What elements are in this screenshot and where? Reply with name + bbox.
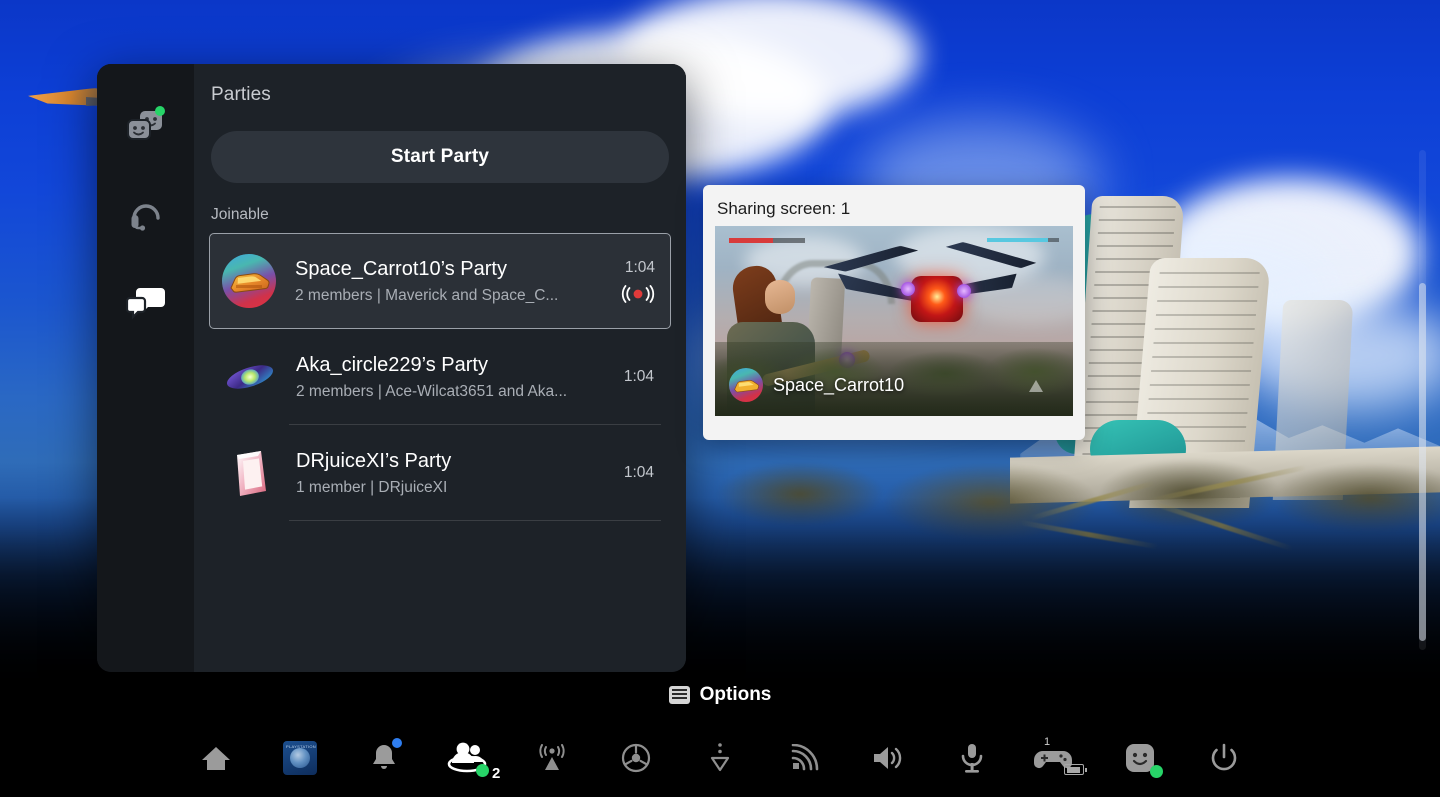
network-icon xyxy=(791,743,819,770)
notification-badge xyxy=(392,738,402,748)
page-scrollbar-thumb[interactable] xyxy=(1419,283,1426,641)
options-button[interactable]: Options xyxy=(0,684,1440,706)
sidebar-item-headset[interactable] xyxy=(116,185,176,245)
sidebar-item-parties[interactable] xyxy=(116,97,176,157)
playstation-tile-icon: PLAYSTATION xyxy=(283,740,317,775)
party-members: 1 member | DRjuiceXI xyxy=(296,479,448,496)
page-title: Parties xyxy=(211,84,271,105)
party-meta: 1:04 xyxy=(624,464,654,482)
party-list-item[interactable]: Aka_circle229’s Party 2 members | Ace-Wi… xyxy=(211,329,669,425)
controller-number: 1 xyxy=(1044,736,1051,748)
ps5-control-center-screen: Parties Start Party Joinable Space_Carro… xyxy=(0,0,1440,797)
enemy-health-bar xyxy=(987,238,1059,242)
taskbar-item-playstation-app[interactable]: PLAYSTATION xyxy=(258,718,342,797)
party-members: 2 members | Maverick and Space_C... xyxy=(295,287,559,304)
parties-panel: Parties Start Party Joinable Space_Carro… xyxy=(97,64,686,672)
party-list: Space_Carrot10’s Party 2 members | Maver… xyxy=(209,233,671,521)
taskbar-item-power[interactable] xyxy=(1182,718,1266,797)
panel-sidebar-rail xyxy=(97,64,194,672)
start-party-button[interactable]: Start Party xyxy=(211,131,669,183)
game-base-status-dot xyxy=(476,764,489,777)
machine-enemy xyxy=(865,242,1005,352)
broadcast-icon xyxy=(539,743,565,770)
taskbar-item-home[interactable] xyxy=(174,718,258,797)
party-meta: 1:04 xyxy=(621,259,655,303)
taskbar-item-controller[interactable]: 1 xyxy=(1014,718,1098,797)
hud-marker xyxy=(1029,380,1043,392)
party-time: 1:04 xyxy=(623,464,654,481)
party-time: 1:04 xyxy=(623,368,654,385)
taskbar-item-sound[interactable] xyxy=(846,718,930,797)
accessibility-icon xyxy=(621,743,651,772)
options-label: Options xyxy=(699,684,772,705)
sidebar-item-messages[interactable] xyxy=(116,273,176,333)
taskbar-item-microphone[interactable] xyxy=(930,718,1014,797)
shared-player-name: Space_Carrot10 xyxy=(773,374,905,395)
volume-icon xyxy=(874,746,902,769)
home-icon xyxy=(202,746,230,770)
party-name: Space_Carrot10’s Party xyxy=(295,258,507,280)
row-divider xyxy=(289,520,661,521)
party-info: Space_Carrot10’s Party 2 members | Maver… xyxy=(295,257,621,305)
taskbar-item-accessibility[interactable] xyxy=(594,718,678,797)
party-name: DRjuiceXI’s Party xyxy=(296,450,452,472)
game-base-count: 2 xyxy=(492,765,501,782)
frame-avatar xyxy=(223,446,277,500)
downloads-icon xyxy=(710,742,730,771)
taskbar-item-downloads[interactable] xyxy=(678,718,762,797)
options-menu-icon xyxy=(668,686,690,704)
car-avatar xyxy=(222,254,276,308)
taskbar-item-game-base[interactable]: 2 xyxy=(426,718,510,797)
shared-gameplay-thumbnail[interactable]: Space_Carrot10 xyxy=(715,226,1073,416)
party-list-item[interactable]: DRjuiceXI’s Party 1 member | DRjuiceXI 1… xyxy=(211,425,669,521)
panel-content: Parties Start Party Joinable Space_Carro… xyxy=(194,64,686,672)
messages-icon xyxy=(125,288,165,320)
parties-status-dot xyxy=(154,106,165,116)
sharing-screen-title: Sharing screen: 1 xyxy=(717,199,851,218)
control-center-taskbar: PLAYSTATION 2 1 xyxy=(0,718,1440,797)
power-icon xyxy=(1211,743,1237,770)
shared-player-overlay: Space_Carrot10 xyxy=(729,368,904,402)
sharing-screen-card[interactable]: Sharing screen: 1 Space_Carrot10 xyxy=(703,185,1085,440)
taskbar-item-broadcast[interactable] xyxy=(510,718,594,797)
taskbar-item-notifications[interactable] xyxy=(342,718,426,797)
party-list-item[interactable]: Space_Carrot10’s Party 2 members | Maver… xyxy=(209,233,671,329)
galaxy-avatar xyxy=(223,350,277,404)
headset-icon xyxy=(131,204,160,231)
party-name: Aka_circle229’s Party xyxy=(296,354,488,376)
party-members: 2 members | Ace-Wilcat3651 and Aka... xyxy=(296,383,568,400)
party-info: Aka_circle229’s Party 2 members | Ace-Wi… xyxy=(296,353,624,401)
broadcasting-icon xyxy=(621,285,655,303)
profile-status-dot xyxy=(1150,765,1163,778)
party-meta: 1:04 xyxy=(624,368,654,386)
battery-icon xyxy=(1064,764,1087,775)
party-info: DRjuiceXI’s Party 1 member | DRjuiceXI xyxy=(296,449,624,497)
car-avatar xyxy=(729,368,763,402)
microphone-icon xyxy=(961,743,983,773)
taskbar-item-network[interactable] xyxy=(762,718,846,797)
taskbar-item-profile[interactable] xyxy=(1098,718,1182,797)
section-label-joinable: Joinable xyxy=(211,206,269,223)
party-time: 1:04 xyxy=(624,259,655,276)
health-bar xyxy=(729,238,805,243)
